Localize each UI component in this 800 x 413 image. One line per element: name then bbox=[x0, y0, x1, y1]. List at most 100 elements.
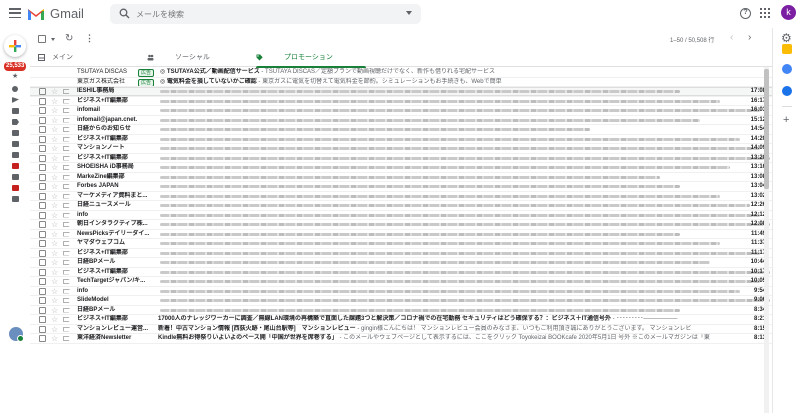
keep-icon[interactable] bbox=[782, 44, 792, 54]
important-marker-icon[interactable] bbox=[63, 136, 71, 142]
compose-button[interactable] bbox=[4, 35, 26, 57]
star-icon[interactable]: ☆ bbox=[51, 192, 58, 201]
important-marker-icon[interactable] bbox=[63, 250, 71, 256]
email-row[interactable]: ☆ Forbes JAPAN 13:04 bbox=[30, 182, 772, 192]
important-marker-icon[interactable] bbox=[63, 298, 71, 303]
row-checkbox[interactable] bbox=[39, 249, 46, 257]
email-row[interactable]: ☆ 東洋経済Newsletter Kindle無料お得祭りいよいよのペース開「中国が… bbox=[30, 334, 772, 344]
more-labels-icon[interactable] bbox=[12, 196, 19, 202]
row-checkbox[interactable] bbox=[39, 107, 46, 114]
email-row[interactable]: ☆ ビジネス+IT編集部 13:20 bbox=[30, 154, 772, 163]
tab-primary[interactable]: メイン bbox=[38, 50, 148, 67]
label-icon-red[interactable] bbox=[12, 163, 19, 169]
row-checkbox[interactable] bbox=[39, 240, 46, 247]
important-marker-icon[interactable] bbox=[63, 155, 71, 161]
row-checkbox[interactable] bbox=[39, 97, 46, 105]
important-marker-icon[interactable] bbox=[63, 193, 71, 199]
star-icon[interactable]: ☆ bbox=[51, 97, 58, 106]
email-row[interactable]: ☆ SHOEISHA iD事務局 13:16 bbox=[30, 163, 772, 173]
row-checkbox[interactable] bbox=[39, 211, 46, 219]
important-marker-icon[interactable] bbox=[63, 317, 71, 322]
hangouts-avatar[interactable] bbox=[9, 327, 24, 342]
email-row[interactable]: ☆ ビジネス+IT編集部 14:20 bbox=[30, 135, 772, 144]
star-icon[interactable]: ☆ bbox=[51, 230, 58, 239]
sent-icon[interactable] bbox=[12, 97, 19, 103]
important-marker-icon[interactable] bbox=[63, 98, 71, 104]
star-icon[interactable]: ☆ bbox=[51, 325, 58, 334]
email-row[interactable]: ☆ ビジネス+IT編集部 10:17 bbox=[30, 268, 772, 277]
ad-row[interactable]: 東京ガス株式会社 広告 ◎ 電気料金を損していないかご確認 - 東京ガスに電気を… bbox=[30, 78, 772, 87]
important-marker-icon[interactable] bbox=[63, 326, 71, 332]
previous-page-icon[interactable]: ‹ bbox=[730, 32, 733, 43]
important-marker-icon[interactable] bbox=[63, 203, 71, 208]
star-icon[interactable]: ☆ bbox=[51, 296, 58, 305]
help-icon[interactable]: ? bbox=[740, 8, 751, 19]
apps-grid-icon[interactable] bbox=[760, 8, 770, 18]
row-checkbox[interactable] bbox=[39, 154, 46, 162]
email-row[interactable]: ☆ 日経からのお知らせ 14:54 bbox=[30, 125, 772, 135]
mail-list-scrollbar[interactable] bbox=[764, 67, 769, 413]
star-icon[interactable]: ☆ bbox=[51, 87, 58, 96]
row-checkbox[interactable] bbox=[39, 230, 46, 238]
row-checkbox[interactable] bbox=[39, 135, 46, 143]
search-bar[interactable] bbox=[110, 4, 421, 24]
email-row[interactable]: ☆ IESHIL事務局 17:08 bbox=[30, 87, 772, 97]
row-checkbox[interactable] bbox=[39, 287, 46, 295]
row-checkbox[interactable] bbox=[39, 268, 46, 276]
email-row[interactable]: ☆ 日経BPメール 8:34 bbox=[30, 306, 772, 315]
row-checkbox[interactable] bbox=[39, 325, 46, 333]
email-row[interactable]: ☆ info 9:54 bbox=[30, 287, 772, 296]
important-marker-icon[interactable] bbox=[63, 288, 71, 294]
tab-promotions[interactable]: プロモーション bbox=[256, 50, 366, 68]
important-marker-icon[interactable] bbox=[63, 146, 71, 151]
all-mail-icon[interactable] bbox=[12, 152, 19, 158]
email-row[interactable]: ☆ SlideModel 9:06 bbox=[30, 296, 772, 306]
important-marker-icon[interactable] bbox=[63, 269, 71, 275]
important-marker-icon[interactable] bbox=[63, 231, 71, 237]
row-checkbox[interactable] bbox=[39, 297, 46, 304]
email-row[interactable]: ☆ 日経ニュースメール 12:26 bbox=[30, 201, 772, 211]
chats-icon[interactable] bbox=[12, 130, 19, 136]
row-checkbox[interactable] bbox=[39, 202, 46, 209]
more-options-icon[interactable]: ⋮ bbox=[85, 33, 94, 44]
search-input[interactable] bbox=[136, 7, 396, 21]
star-icon[interactable]: ☆ bbox=[51, 163, 58, 172]
email-row[interactable]: ☆ 日経BPメール 10:44 bbox=[30, 258, 772, 268]
select-all-checkbox[interactable] bbox=[38, 35, 46, 43]
row-checkbox[interactable] bbox=[39, 259, 46, 266]
email-row[interactable]: ☆ ビジネス+IT編集部 16:17 bbox=[30, 97, 772, 106]
important-marker-icon[interactable] bbox=[63, 260, 71, 265]
gmail-logo[interactable]: Gmail bbox=[27, 6, 84, 21]
row-checkbox[interactable] bbox=[39, 192, 46, 200]
get-addons-icon[interactable]: + bbox=[783, 114, 789, 126]
important-icon[interactable] bbox=[12, 119, 19, 125]
email-row[interactable]: ☆ NewsPicksデイリーダイ... 11:49 bbox=[30, 230, 772, 239]
snoozed-icon[interactable] bbox=[12, 86, 18, 92]
scrollbar-thumb[interactable] bbox=[764, 69, 769, 189]
label-icon-red-2[interactable] bbox=[12, 185, 19, 191]
important-marker-icon[interactable] bbox=[63, 212, 71, 218]
row-checkbox[interactable] bbox=[39, 88, 46, 95]
email-row[interactable]: ☆ infomail 16:03 bbox=[30, 106, 772, 116]
refresh-icon[interactable]: ↻ bbox=[65, 33, 73, 44]
row-checkbox[interactable] bbox=[39, 173, 46, 181]
ad-row[interactable]: TSUTAYA DISCAS 広告 ◎ TSUTAYA公式／動画配信サービス -… bbox=[30, 68, 772, 78]
email-row[interactable]: ☆ infomail@japan.cnet. 15:12 bbox=[30, 116, 772, 125]
star-icon[interactable]: ☆ bbox=[51, 106, 58, 115]
next-page-icon[interactable]: › bbox=[748, 32, 751, 43]
calendar-icon[interactable] bbox=[782, 86, 792, 96]
main-menu-icon[interactable] bbox=[9, 8, 21, 18]
important-marker-icon[interactable] bbox=[63, 279, 71, 284]
row-checkbox[interactable] bbox=[39, 145, 46, 152]
important-marker-icon[interactable] bbox=[63, 89, 71, 94]
email-row[interactable]: ☆ ビジネス+IT編集部 11:17 bbox=[30, 249, 772, 258]
important-marker-icon[interactable] bbox=[63, 127, 71, 132]
search-options-icon[interactable] bbox=[406, 11, 412, 15]
row-checkbox[interactable] bbox=[39, 278, 46, 285]
important-marker-icon[interactable] bbox=[63, 117, 71, 123]
starred-icon[interactable]: ★ bbox=[12, 73, 18, 80]
star-icon[interactable]: ☆ bbox=[51, 125, 58, 134]
email-row[interactable]: ☆ MarkeZine編集部 13:08 bbox=[30, 173, 772, 182]
row-checkbox[interactable] bbox=[39, 306, 46, 314]
email-row[interactable]: ☆ TechTargetジャパン/キ... 10:05 bbox=[30, 277, 772, 287]
